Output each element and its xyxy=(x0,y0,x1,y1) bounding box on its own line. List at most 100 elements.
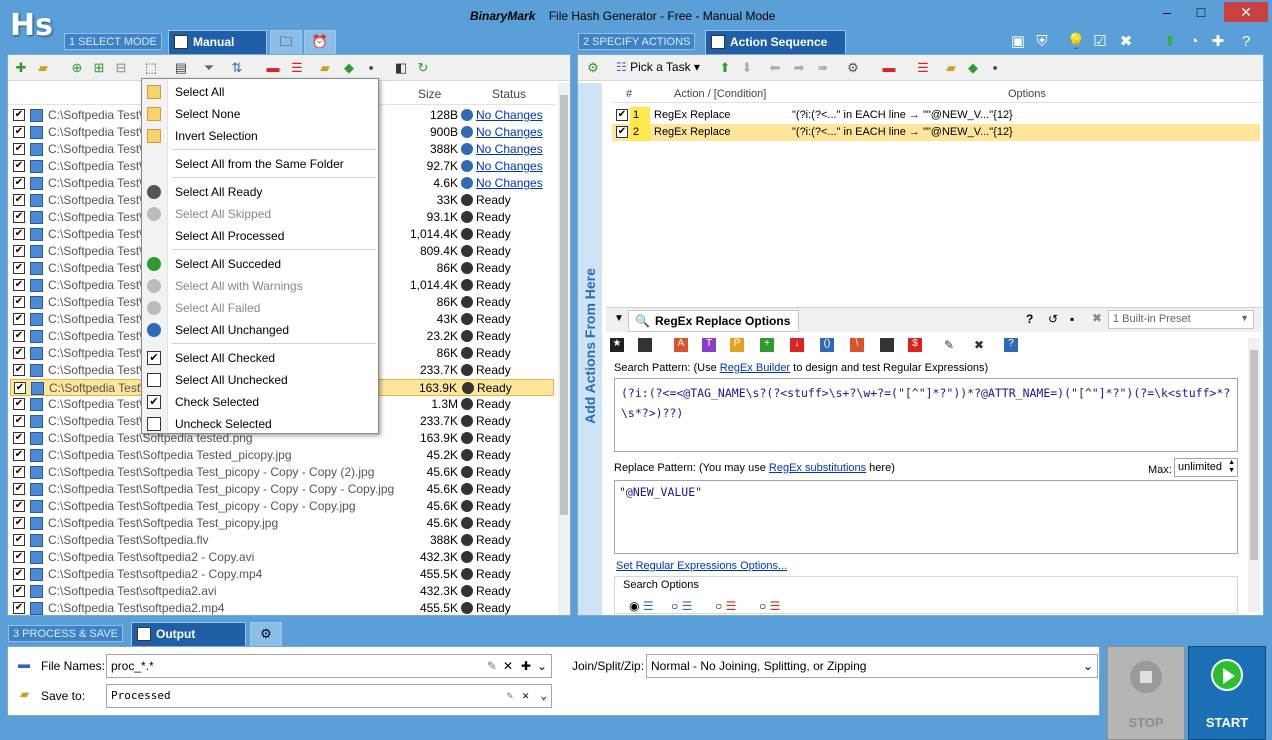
anchor-insert-icon[interactable]: ↓ xyxy=(790,338,804,352)
file-row[interactable]: ✔ C:\Softpedia Test\Softpedia.flv 388K Read… xyxy=(10,532,554,549)
status-link[interactable]: No Changes xyxy=(476,159,543,173)
row-checkbox[interactable]: ✔ xyxy=(13,432,25,444)
chevron-down-icon[interactable]: ⌄ xyxy=(540,685,547,707)
set-regex-options-link[interactable]: Set Regular Expressions Options... xyxy=(616,560,787,572)
column-size[interactable]: Size xyxy=(418,87,441,101)
add-files-icon[interactable]: ✚ xyxy=(12,59,30,77)
dollar-insert-icon[interactable]: $ xyxy=(908,338,922,352)
console-icon[interactable]: ▣ xyxy=(1008,32,1028,52)
column-status[interactable]: Status xyxy=(492,87,526,101)
text-insert-icon[interactable]: A xyxy=(674,338,688,352)
start-button[interactable]: START xyxy=(1188,646,1266,740)
file-names-input[interactable]: proc_*.* ✎ ✕ ✚ ⌄ xyxy=(106,654,552,678)
row-checkbox[interactable]: ✔ xyxy=(13,228,25,240)
move-left-icon[interactable]: ⬅ xyxy=(766,59,784,77)
row-checkbox[interactable]: ✔ xyxy=(13,330,25,342)
regex-builder-link[interactable]: RegEx Builder xyxy=(720,362,790,374)
row-checkbox[interactable]: ✔ xyxy=(13,143,25,155)
row-checkbox[interactable]: ✔ xyxy=(13,279,25,291)
search-option-radio-4[interactable]: ○ ☰ xyxy=(759,599,780,613)
clear-actions-icon[interactable]: ☰ xyxy=(914,59,932,77)
file-list-scrollbar[interactable] xyxy=(558,83,570,615)
preview-icon[interactable]: ◧ xyxy=(392,59,410,77)
maximize-button[interactable]: □ xyxy=(1186,2,1216,22)
wrench-icon[interactable]: ✖ xyxy=(974,338,984,352)
file-status[interactable]: No Changes xyxy=(461,124,543,141)
row-checkbox[interactable]: ✔ xyxy=(13,398,25,410)
row-checkbox[interactable]: ✔ xyxy=(13,483,25,495)
remove-action-icon[interactable]: ▬ xyxy=(880,59,898,77)
tool-insert-icon[interactable] xyxy=(880,338,894,352)
row-checkbox[interactable]: ✔ xyxy=(13,364,25,376)
menu-item[interactable]: ✔ Select All Checked xyxy=(142,347,378,369)
edit-icon[interactable]: ✎ xyxy=(506,685,513,707)
star-icon[interactable]: ★ xyxy=(610,338,624,352)
add-action-icon[interactable]: ⚙ xyxy=(584,59,602,77)
regex-help-icon[interactable]: ? xyxy=(1004,338,1018,352)
edit-icon[interactable]: ✎ xyxy=(487,655,497,677)
tab-manual[interactable]: Manual (35) xyxy=(168,30,267,71)
open-folder-icon[interactable]: ▰ xyxy=(316,59,334,77)
chevron-down-icon[interactable]: ⌄ xyxy=(537,655,547,677)
remove-selected-icon[interactable]: ▬ xyxy=(264,59,282,77)
file-row[interactable]: ✔ C:\Softpedia Test\Softpedia Test_picopy… xyxy=(10,481,554,498)
shield-icon[interactable]: ⛨ xyxy=(1032,32,1052,52)
menu-item[interactable]: Uncheck Selected xyxy=(142,413,378,435)
action-row[interactable]: ✔ 2 RegEx Replace "(?i:(?<..." in EACH line… xyxy=(612,124,1260,141)
action-checkbox[interactable]: ✔ xyxy=(616,109,628,121)
menu-item[interactable]: Select All Unchecked xyxy=(142,369,378,391)
menu-item[interactable]: Invert Selection xyxy=(142,125,378,147)
escape-insert-icon[interactable]: \ xyxy=(850,338,864,352)
action-settings-icon[interactable]: ⚙ xyxy=(844,59,862,77)
row-checkbox[interactable]: ✔ xyxy=(13,466,25,478)
join-select[interactable]: Normal - No Joining, Splitting, or Zippi… xyxy=(646,654,1098,678)
add-actions-sidebar[interactable]: Add Actions From Here xyxy=(578,83,602,615)
row-checkbox[interactable]: ✔ xyxy=(13,602,25,614)
menu-item[interactable]: Select All Succeded xyxy=(142,253,378,275)
menu-item[interactable]: ✔ Check Selected xyxy=(142,391,378,413)
tab-regex-options[interactable]: 🔍 RegEx Replace Options xyxy=(628,310,800,332)
row-checkbox[interactable]: ✔ xyxy=(13,296,25,308)
menu-item[interactable]: Select All from the Same Folder xyxy=(142,153,378,175)
lightbulb-icon[interactable]: 💡 xyxy=(1066,32,1086,52)
file-row[interactable]: ✔ C:\Softpedia Test\Softpedia Test_picopy… xyxy=(10,498,554,515)
row-checkbox[interactable]: ✔ xyxy=(13,449,25,461)
undo-icon[interactable]: ↺ xyxy=(1048,312,1058,326)
replace-pattern-field[interactable]: "@NEW_VALUE" xyxy=(614,480,1238,554)
row-checkbox[interactable]: ✔ xyxy=(13,160,25,172)
checklist-icon[interactable]: ☑ xyxy=(1090,32,1110,52)
update-icon[interactable]: ⬆ xyxy=(1160,32,1180,52)
tab-action-sequence[interactable]: Action Sequence (2) xyxy=(705,30,846,71)
row-checkbox[interactable]: ✔ xyxy=(13,534,25,546)
search-option-radio-2[interactable]: ○ ☰ xyxy=(671,599,692,613)
row-checkbox[interactable]: ✔ xyxy=(13,126,25,138)
close-button[interactable]: ✕ xyxy=(1224,2,1268,22)
insert-icon[interactable]: ✚ xyxy=(521,655,531,677)
status-link[interactable]: No Changes xyxy=(476,108,543,122)
clear-icon[interactable]: ✕ xyxy=(503,655,513,677)
row-checkbox[interactable]: ✔ xyxy=(13,109,25,121)
regex-scrollbar-thumb[interactable] xyxy=(1250,350,1258,560)
tab-scheduler[interactable]: ⏰ xyxy=(304,30,336,54)
file-status[interactable]: No Changes xyxy=(461,175,543,192)
row-checkbox[interactable]: ✔ xyxy=(13,347,25,359)
row-checkbox[interactable]: ✔ xyxy=(13,211,25,223)
row-checkbox[interactable]: ✔ xyxy=(13,194,25,206)
row-checkbox[interactable]: ✔ xyxy=(14,382,26,394)
import-icon[interactable]: ◆ xyxy=(340,59,358,77)
add-folder-icon[interactable]: ▰ xyxy=(34,59,52,77)
menu-item[interactable]: Select All xyxy=(142,81,378,103)
file-status[interactable]: No Changes xyxy=(461,158,543,175)
row-checkbox[interactable]: ✔ xyxy=(13,551,25,563)
move-down-icon[interactable]: ⬇ xyxy=(738,59,756,77)
row-checkbox[interactable]: ✔ xyxy=(13,313,25,325)
file-row[interactable]: ✔ C:\Softpedia Test\Softpedia Test_picopy… xyxy=(10,515,554,532)
move-right-icon[interactable]: ➡ xyxy=(790,59,808,77)
file-row[interactable]: ✔ C:\Softpedia Test\softpedia2.mp4 455.5K R… xyxy=(10,600,554,615)
save-to-input[interactable]: Processed ✎ ✕ ⌄ xyxy=(106,684,552,708)
import-sequence-icon[interactable]: ◆ xyxy=(964,59,982,77)
minimize-button[interactable]: – xyxy=(1152,2,1182,22)
row-checkbox[interactable]: ✔ xyxy=(13,585,25,597)
help-icon[interactable]: ? xyxy=(1026,312,1033,326)
file-row[interactable]: ✔ C:\Softpedia Test\Softpedia Tested_pico… xyxy=(10,447,554,464)
